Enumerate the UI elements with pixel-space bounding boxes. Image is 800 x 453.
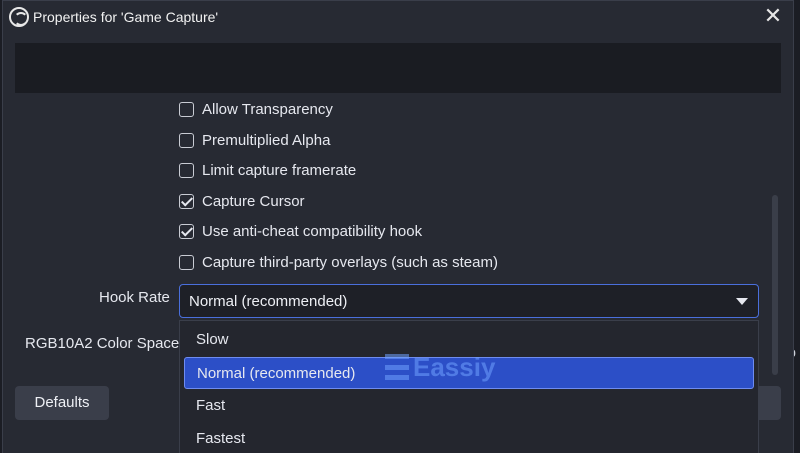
watermark-logo-icon <box>385 354 409 380</box>
checkbox-label: Premultiplied Alpha <box>202 131 331 149</box>
properties-dialog: Properties for 'Game Capture' ✕ Allow Tr… <box>2 0 794 453</box>
anti-cheat-hook-checkbox[interactable]: Use anti-cheat compatibility hook <box>179 220 422 242</box>
premultiplied-alpha-checkbox[interactable]: Premultiplied Alpha <box>179 129 330 151</box>
defaults-button[interactable]: Defaults <box>15 386 109 420</box>
checkbox-label: Allow Transparency <box>202 100 333 118</box>
hook-rate-value: Normal (recommended) <box>189 293 348 310</box>
checkbox-box[interactable] <box>179 254 194 270</box>
checkbox-label: Capture third-party overlays (such as st… <box>202 253 498 271</box>
allow-transparency-checkbox[interactable]: Allow Transparency <box>179 98 333 120</box>
hook-rate-option-fast[interactable]: Fast <box>184 390 754 422</box>
chevron-down-icon[interactable] <box>734 293 750 309</box>
scrollbar-thumb[interactable] <box>772 195 778 375</box>
hook-rate-label: Hook Rate <box>99 289 170 306</box>
capture-cursor-checkbox[interactable]: Capture Cursor <box>179 190 305 212</box>
watermark-text: Eassiy <box>413 351 496 382</box>
checkbox-box[interactable] <box>179 223 194 239</box>
close-button[interactable]: ✕ <box>761 5 785 29</box>
checkbox-box[interactable] <box>179 101 194 117</box>
hook-rate-select[interactable]: Normal (recommended) <box>179 284 759 318</box>
hook-rate-option-fastest[interactable]: Fastest <box>184 423 754 453</box>
hook-rate-dropdown: Slow Normal (recommended) Fast Fastest <box>179 320 759 453</box>
properties-scrollbar[interactable] <box>769 97 781 377</box>
obs-logo-icon <box>9 7 29 27</box>
checkbox-box[interactable] <box>179 132 194 148</box>
color-space-label: RGB10A2 Color Space <box>25 335 180 352</box>
checkbox-box[interactable] <box>179 193 194 209</box>
window-title: Properties for 'Game Capture' <box>33 9 219 25</box>
checkbox-label: Use anti-cheat compatibility hook <box>202 222 423 240</box>
eassiy-watermark: Eassiy <box>385 351 495 383</box>
checkbox-label: Capture Cursor <box>202 192 305 210</box>
third-party-overlays-checkbox[interactable]: Capture third-party overlays (such as st… <box>179 251 498 273</box>
preview-area <box>15 43 781 93</box>
checkbox-label: Limit capture framerate <box>202 161 357 179</box>
title-bar: Properties for 'Game Capture' ✕ <box>3 1 793 33</box>
limit-framerate-checkbox[interactable]: Limit capture framerate <box>179 159 356 181</box>
checkbox-box[interactable] <box>179 162 194 178</box>
